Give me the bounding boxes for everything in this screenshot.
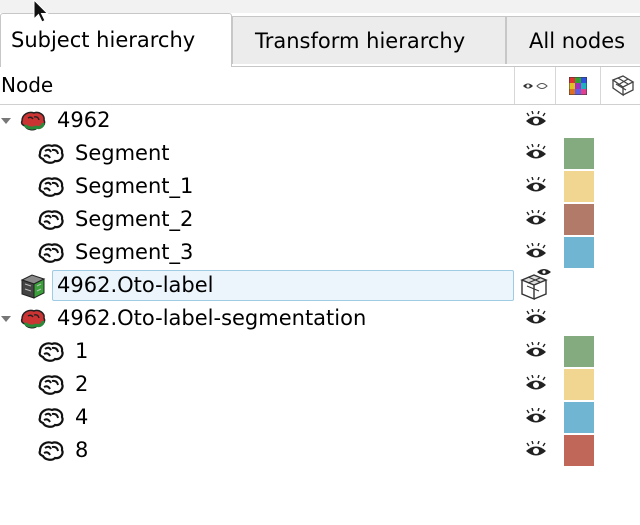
tree-row-segmentation[interactable]: 4962.Oto-label-segmentation: [0, 302, 640, 335]
row-label: 1: [75, 339, 89, 363]
transform-column-icon[interactable]: [605, 67, 640, 104]
tree-row-segment[interactable]: Segment_3: [0, 236, 640, 269]
eye-icon[interactable]: [524, 177, 548, 197]
row-label: 4962: [57, 108, 111, 132]
row-label: 4962.Oto-label-segmentation: [57, 306, 367, 330]
color-swatch[interactable]: [564, 402, 594, 433]
tree-row-segment[interactable]: Segment_1: [0, 170, 640, 203]
expand-arrow-icon[interactable]: [1, 118, 11, 124]
eye-icon[interactable]: [524, 111, 548, 131]
eye-icon[interactable]: [524, 408, 548, 428]
header-separator: [600, 67, 601, 104]
color-swatch[interactable]: [564, 336, 594, 367]
brain-segment-icon: [38, 441, 64, 461]
tree-row-segment[interactable]: Segment: [0, 137, 640, 170]
tree-row-segmentation[interactable]: 4962: [0, 104, 640, 137]
color-swatch[interactable]: [564, 435, 594, 466]
brain-segment-icon: [38, 342, 64, 362]
eye-icon[interactable]: [524, 441, 548, 461]
visibility-column-icon[interactable]: [515, 67, 555, 104]
tab-all-nodes[interactable]: All nodes: [506, 16, 640, 64]
tree-row-segment[interactable]: 2: [0, 368, 640, 401]
brain-segment-icon: [38, 210, 64, 230]
brain-segment-icon: [38, 243, 64, 263]
tree-header: Node: [0, 67, 640, 105]
tree-row-segment[interactable]: 4: [0, 401, 640, 434]
color-swatch[interactable]: [564, 204, 594, 235]
eye-icon[interactable]: [524, 243, 548, 263]
eye-icon[interactable]: [524, 210, 548, 230]
row-label: 8: [75, 438, 89, 462]
brain-segment-icon: [38, 177, 64, 197]
row-label: 2: [75, 372, 89, 396]
rename-input[interactable]: 4962.Oto-label: [52, 270, 514, 301]
volume-visibility-icon[interactable]: [518, 266, 552, 302]
row-label: Segment_3: [75, 240, 194, 264]
brain-segment-icon: [38, 144, 64, 164]
segmentation-icon: [20, 111, 46, 131]
eye-icon[interactable]: [524, 309, 548, 329]
tree-row-segment[interactable]: 1: [0, 335, 640, 368]
expand-arrow-icon[interactable]: [1, 316, 11, 322]
row-label: 4: [75, 405, 89, 429]
color-swatch[interactable]: [564, 171, 594, 202]
tree-row-segment[interactable]: Segment_2: [0, 203, 640, 236]
brain-segment-icon: [38, 375, 64, 395]
color-swatch[interactable]: [564, 138, 594, 169]
color-column-icon[interactable]: [556, 67, 600, 104]
labelmap-volume-icon: [20, 274, 46, 299]
tree-row-labelmap[interactable]: 4962.Oto-label: [0, 269, 640, 302]
eye-icon[interactable]: [524, 375, 548, 395]
top-strip: [0, 0, 640, 13]
row-label: Segment: [75, 141, 170, 165]
brain-segment-icon: [38, 408, 64, 428]
row-label: Segment_1: [75, 174, 194, 198]
eye-icon[interactable]: [524, 342, 548, 362]
tab-bar: Subject hierarchy Transform hierarchy Al…: [0, 13, 640, 68]
header-node-label[interactable]: Node: [1, 67, 53, 104]
mouse-cursor-icon: [33, 0, 49, 23]
tree-row-segment[interactable]: 8: [0, 434, 640, 467]
color-swatch[interactable]: [564, 369, 594, 400]
eye-icon[interactable]: [524, 144, 548, 164]
color-swatch[interactable]: [564, 237, 594, 268]
segmentation-icon: [20, 309, 46, 329]
tab-transform-hierarchy[interactable]: Transform hierarchy: [232, 16, 506, 64]
row-label: Segment_2: [75, 207, 194, 231]
